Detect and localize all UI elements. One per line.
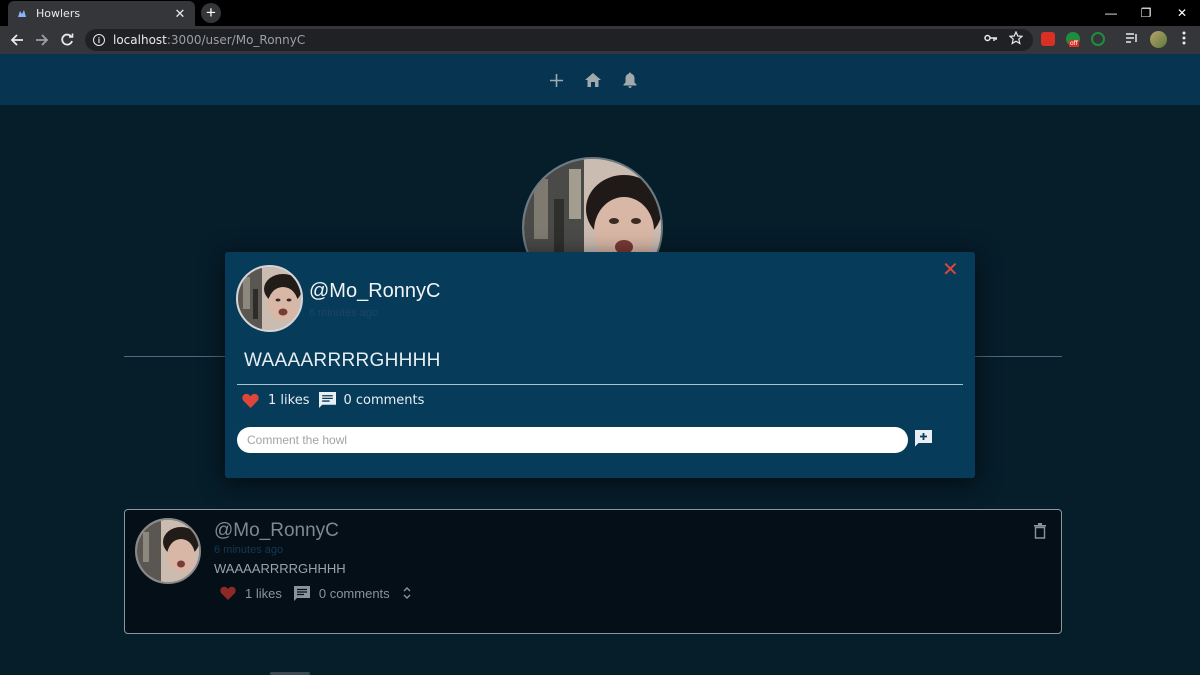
window-close-button[interactable]: ✕ [1164,0,1200,26]
howl-time: 6 minutes ago [214,544,284,556]
like-count: 1 likes [268,392,310,408]
close-icon[interactable]: ✕ [942,260,959,280]
browser-toolbar: i localhost:3000/user/Mo_RonnyC off [0,26,1200,54]
howl-text: WAAAARRRRGHHHH [214,561,346,576]
trash-icon[interactable] [1033,523,1047,539]
forward-button[interactable] [32,30,52,50]
restore-icon: ❐ [1140,6,1152,20]
url-path: :3000/user/Mo_RonnyC [166,33,306,47]
heart-icon[interactable] [220,586,236,600]
tab-title: Howlers [36,7,81,20]
playlist-icon[interactable] [1124,30,1140,46]
extension-badge: off [1069,40,1079,47]
add-comment-icon [915,430,932,447]
back-icon [10,34,23,46]
modal-howl-text: WAAAARRRRGHHHH [244,350,441,371]
comment-count: 0 comments [318,585,390,601]
comment-input[interactable] [237,427,908,453]
avatar[interactable] [135,518,201,584]
comment-icon[interactable] [319,392,337,408]
key-icon[interactable] [983,30,999,46]
new-tab-button[interactable]: + [201,3,221,23]
bell-icon[interactable] [621,71,639,89]
home-icon[interactable] [584,71,602,89]
profile-avatar[interactable] [1150,31,1167,48]
back-button[interactable] [7,30,27,50]
howl-card[interactable]: @Mo_RonnyC 6 minutes ago WAAAARRRRGHHHH … [124,509,1062,634]
browser-tab-bar: Howlers ✕ + — ❐ ✕ [0,0,1200,26]
howl-modal: ✕ @Mo_RonnyC 6 minutes ago WAAAARRRRGHHH… [225,252,975,478]
add-comment-button[interactable] [915,430,933,448]
window-close-icon: ✕ [1176,6,1188,20]
reload-icon [61,33,74,46]
forward-icon [36,34,49,46]
howl-actions: 1 likes 0 comments [220,583,412,603]
minimize-icon: — [1105,6,1117,20]
like-count: 1 likes [245,585,282,601]
star-icon[interactable] [1008,30,1024,46]
comment-icon[interactable] [293,585,310,601]
address-bar[interactable]: i localhost:3000/user/Mo_RonnyC [85,29,1033,51]
url-host: localhost [113,33,167,47]
favicon-icon [16,8,28,20]
heart-icon[interactable] [242,393,259,408]
avatar[interactable] [236,265,303,332]
browser-tab[interactable]: Howlers ✕ [8,1,195,26]
reload-button[interactable] [57,30,77,50]
close-icon[interactable]: ✕ [173,6,187,22]
modal-actions: 1 likes 0 comments [242,390,424,410]
extension-icon[interactable] [1091,32,1105,46]
extension-icon[interactable] [1041,32,1055,46]
info-icon[interactable]: i [93,34,105,46]
expand-icon[interactable] [402,585,412,601]
plus-icon: + [206,3,216,22]
modal-username[interactable]: @Mo_RonnyC [309,280,440,303]
menu-icon[interactable] [1176,30,1192,46]
plus-icon[interactable] [547,71,565,89]
comment-count: 0 comments [343,392,425,408]
app-header [0,54,1200,105]
modal-divider [237,384,963,385]
howl-username[interactable]: @Mo_RonnyC [214,520,339,542]
extension-icon[interactable]: off [1066,32,1080,47]
minimize-button[interactable]: — [1093,0,1129,26]
restore-button[interactable]: ❐ [1128,0,1164,26]
modal-time: 6 minutes ago [309,307,379,319]
